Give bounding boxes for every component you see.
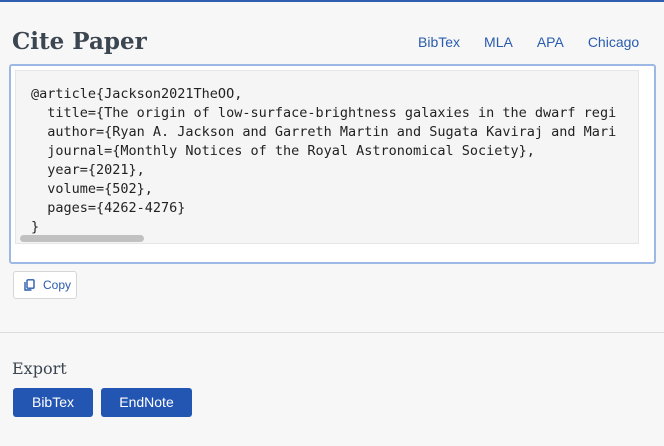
- export-endnote-button[interactable]: EndNote: [101, 388, 192, 417]
- tab-chicago[interactable]: Chicago: [576, 28, 651, 68]
- export-bibtex-button[interactable]: BibTex: [13, 388, 93, 417]
- copy-button-label: Copy: [43, 278, 72, 292]
- tab-bibtex[interactable]: BibTex: [406, 28, 473, 68]
- tab-mla[interactable]: MLA: [472, 28, 525, 68]
- tab-apa[interactable]: APA: [525, 28, 576, 68]
- citation-scroll-area[interactable]: @article{Jackson2021TheOO, title={The or…: [15, 70, 639, 244]
- section-divider: [0, 332, 664, 333]
- copy-button[interactable]: Copy: [13, 271, 77, 299]
- citation-text: @article{Jackson2021TheOO, title={The or…: [31, 86, 617, 235]
- citation-box: @article{Jackson2021TheOO, title={The or…: [9, 64, 656, 264]
- citation-format-tabs: BibTex MLA APA Chicago: [406, 28, 651, 68]
- top-accent-border: [0, 0, 664, 2]
- copy-icon: [24, 279, 35, 291]
- scrollbar-thumb[interactable]: [20, 235, 144, 242]
- horizontal-scrollbar[interactable]: [16, 233, 638, 243]
- page-title: Cite Paper: [12, 28, 147, 55]
- export-heading: Export: [12, 359, 67, 378]
